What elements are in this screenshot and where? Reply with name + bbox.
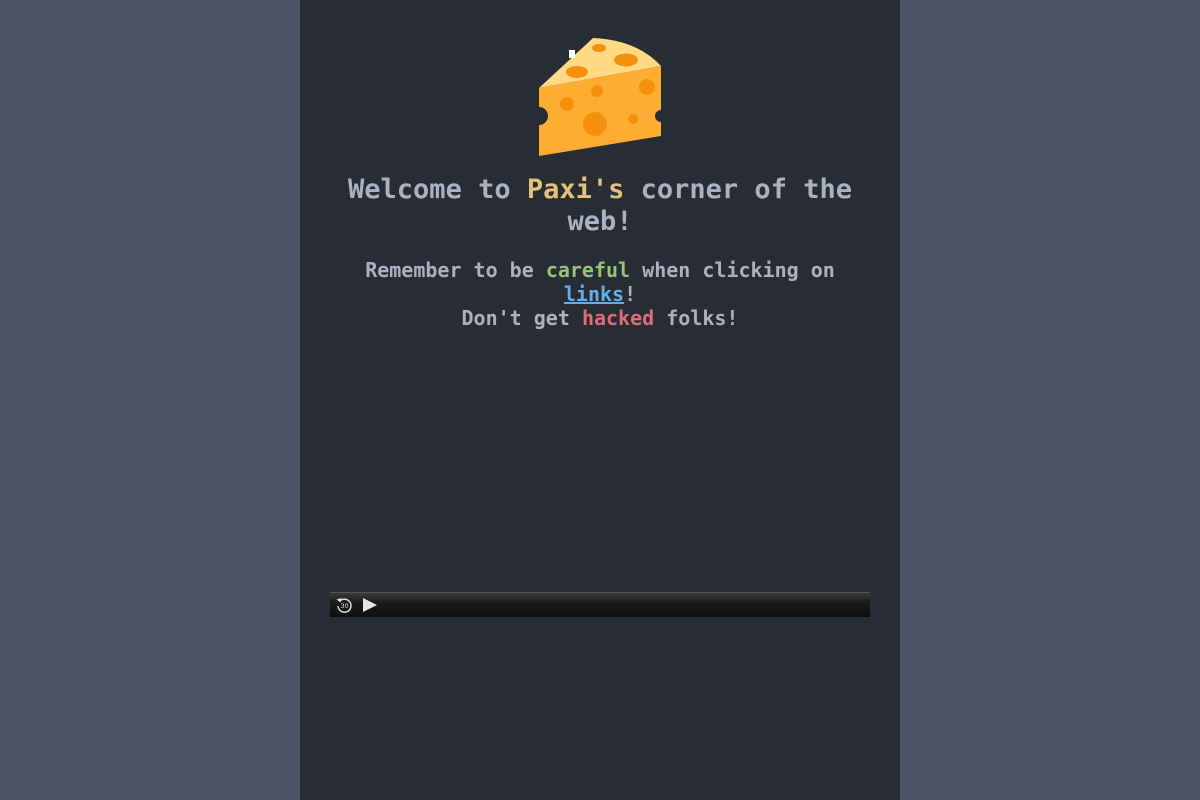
notice-text: Don't get: [461, 306, 582, 330]
notice-text: Remember to be: [365, 258, 546, 282]
title-text-start: Welcome to: [348, 174, 527, 205]
links-link[interactable]: links: [564, 282, 624, 306]
page-container: Welcome to Paxi's corner of the web! Rem…: [300, 0, 900, 800]
notice-text: when clicking on: [630, 258, 835, 282]
audio-player: 30: [330, 592, 870, 617]
page-title: Welcome to Paxi's corner of the web!: [330, 174, 870, 238]
site-owner-name: Paxi's: [526, 174, 625, 205]
skip-back-30-icon[interactable]: 30: [335, 596, 353, 614]
hacked-highlight: hacked: [581, 306, 655, 330]
notice-text: !: [624, 282, 637, 306]
skip-label: 30: [340, 602, 348, 610]
security-notice: Remember to be careful when clicking on …: [330, 258, 870, 330]
notice-text: folks!: [654, 306, 739, 330]
cheese-icon: [537, 38, 663, 156]
play-icon[interactable]: [361, 596, 379, 614]
careful-highlight: careful: [545, 258, 631, 282]
